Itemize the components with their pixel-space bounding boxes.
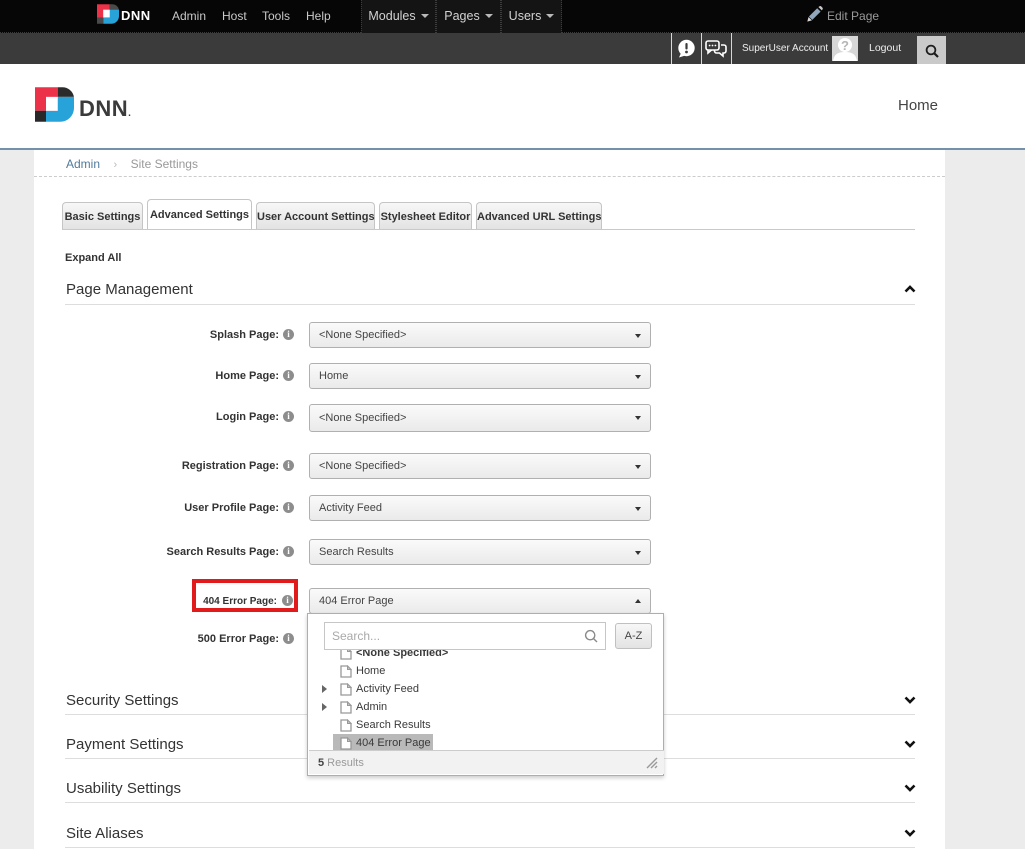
svg-text:?: ?: [841, 38, 849, 53]
